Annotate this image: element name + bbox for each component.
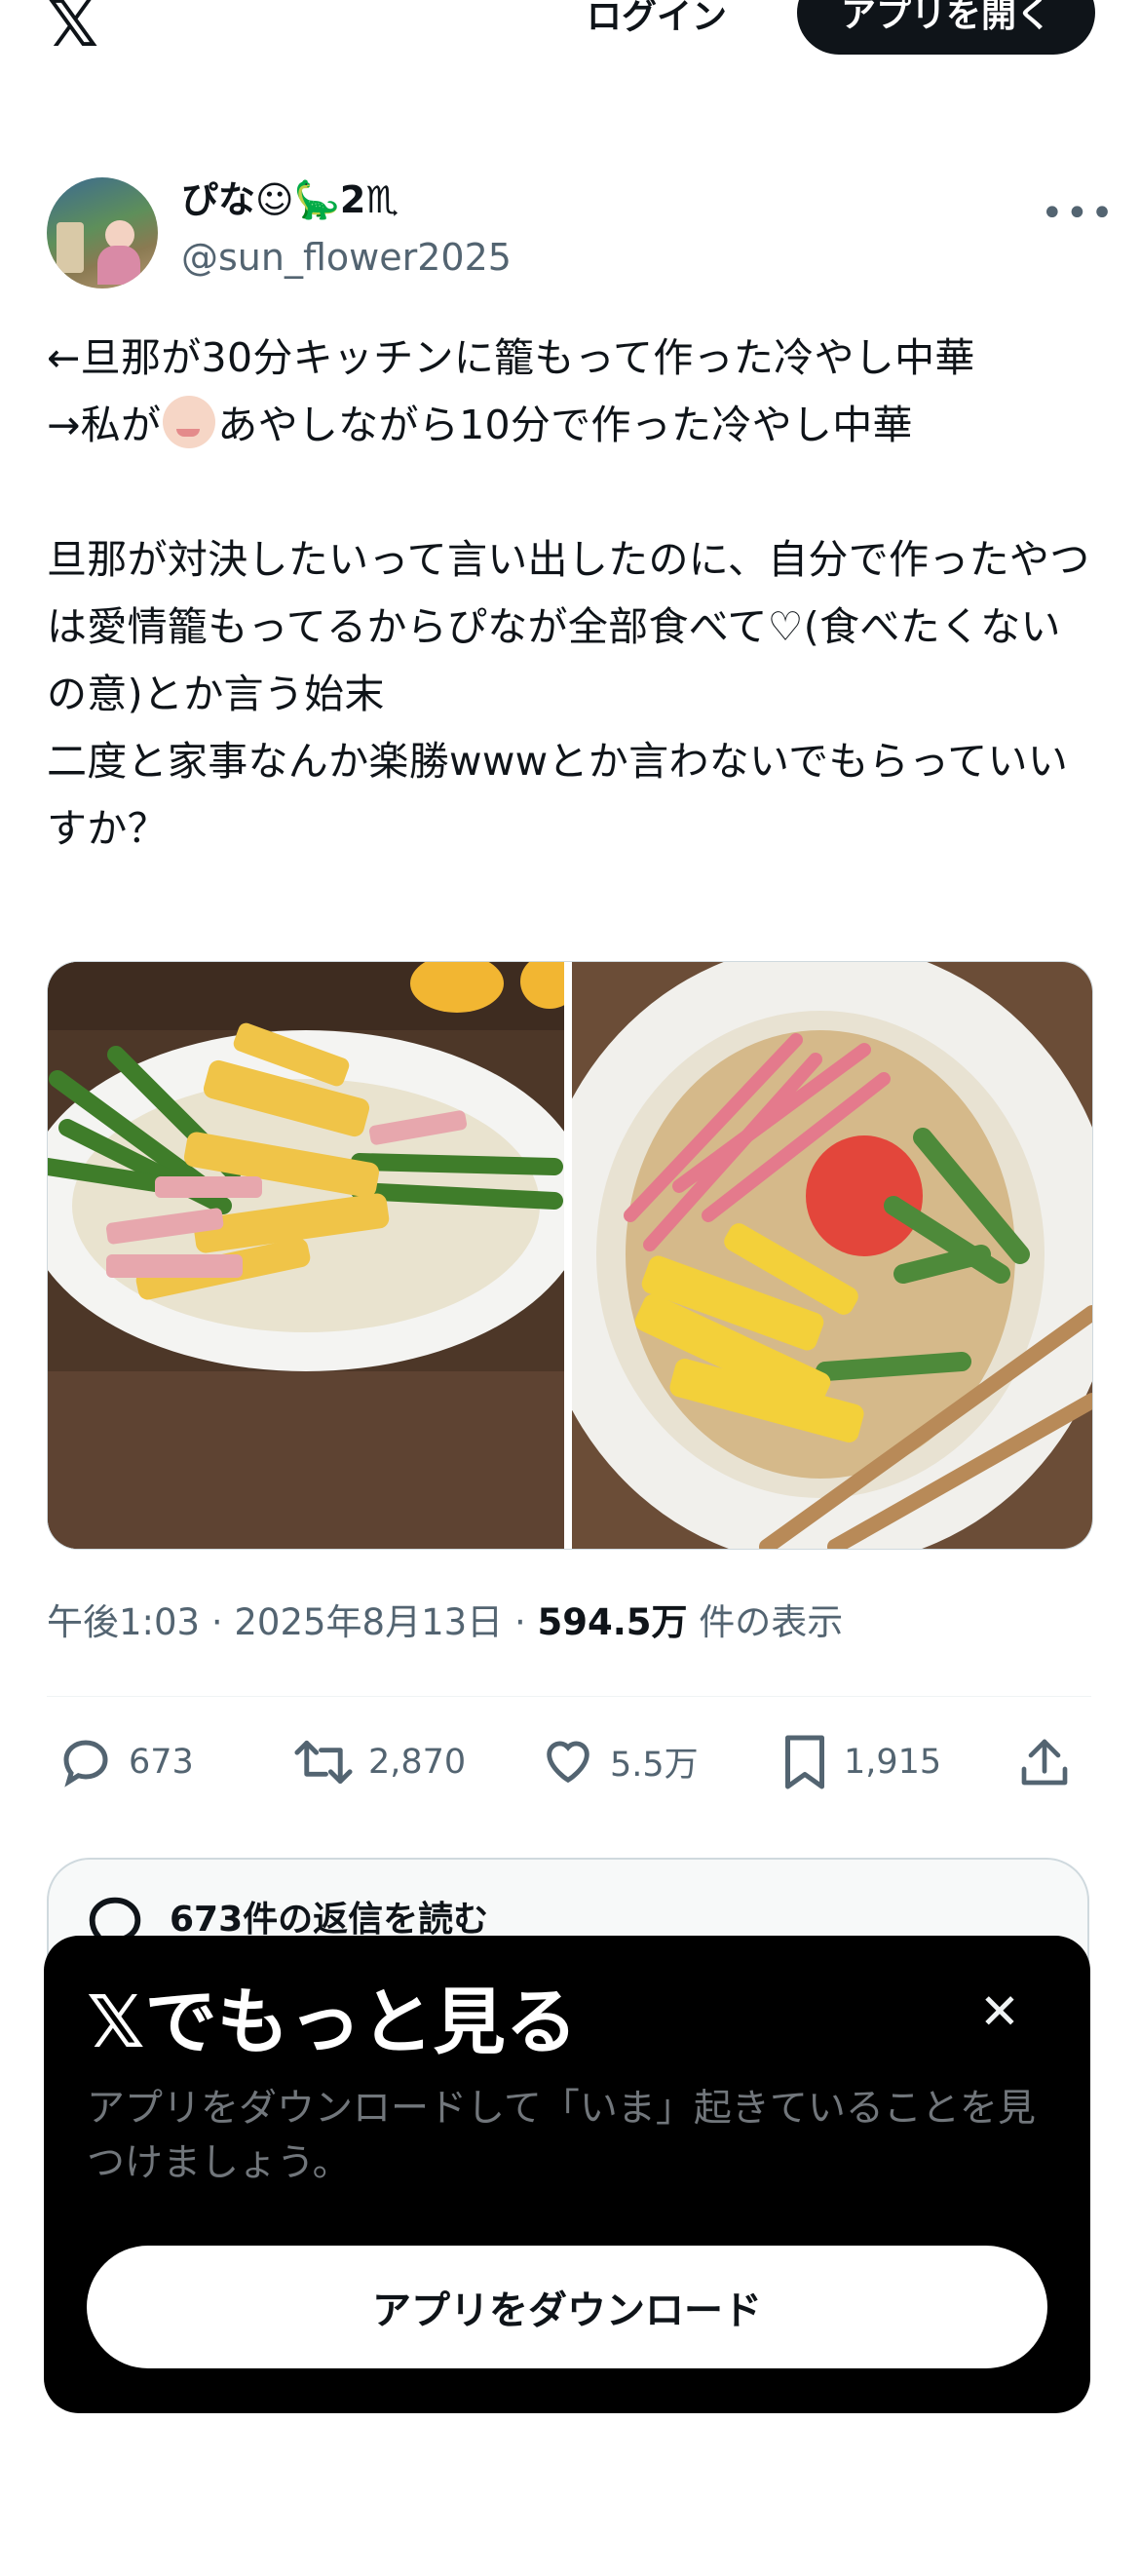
download-app-label: アプリをダウンロード <box>372 2288 762 2333</box>
download-app-button[interactable]: アプリをダウンロード <box>87 2246 1047 2368</box>
divider <box>47 1696 1091 1697</box>
meta-sep: · <box>513 1601 526 1643</box>
tweet-date[interactable]: 2025年8月13日 <box>234 1601 503 1643</box>
login-link[interactable]: ログイン <box>587 0 727 39</box>
media-gap <box>564 962 572 1549</box>
bookmark-count: 1,915 <box>844 1743 942 1782</box>
tweet-media <box>47 961 1093 1550</box>
open-app-button[interactable]: アプリを開く <box>797 0 1095 55</box>
x-logo-icon[interactable]: 𝕏 <box>47 0 98 57</box>
tweet-meta: 午後1:03 · 2025年8月13日 · 594.5万 件の表示 <box>47 1598 843 1647</box>
media-image-1[interactable] <box>48 962 589 1549</box>
open-app-label: アプリを開く <box>840 0 1051 35</box>
meta-sep: · <box>210 1601 223 1643</box>
reply-button[interactable]: 673 <box>57 1733 194 1791</box>
more-options-icon[interactable]: ••• <box>1041 191 1116 236</box>
like-count: 5.5万 <box>610 1745 699 1785</box>
read-replies-label: 673件の返信を読む <box>170 1900 489 1940</box>
share-button[interactable] <box>1017 1733 1085 1791</box>
repost-button[interactable]: 2,870 <box>292 1733 466 1791</box>
bookmark-icon <box>785 1735 824 1789</box>
reply-icon <box>63 1740 108 1788</box>
reply-count: 673 <box>129 1743 194 1782</box>
like-button[interactable]: 5.5万 <box>540 1733 699 1789</box>
action-bar: 673 2,870 5.5万 1,915 <box>0 1733 1140 1801</box>
sheet-subtitle: アプリをダウンロードして「いま」起きていることを見つけましょう。 <box>87 2087 1036 2185</box>
repost-icon <box>294 1740 353 1785</box>
display-name[interactable]: ぴな☺🦕2♏ <box>181 175 399 224</box>
tweet-text: ←旦那が30分キッチンに籠もって作った冷やし中華 →私が あやしながら10分で作っ… <box>47 325 1099 863</box>
view-count: 594.5万 <box>537 1601 688 1643</box>
user-handle[interactable]: @sun_flower2025 <box>181 234 512 281</box>
close-icon[interactable]: ✕ <box>979 1982 1020 2041</box>
baby-emoji-icon <box>163 396 216 448</box>
tweet-paragraph-2: 旦那が対決したいって言い出したのに、自分で作ったやつは愛情籠もってるからぴなが全… <box>47 536 1090 852</box>
avatar[interactable] <box>47 177 158 288</box>
heart-icon <box>547 1741 589 1784</box>
media-image-2[interactable] <box>533 962 1092 1549</box>
sheet-title: 𝕏でもっと見る <box>87 1980 578 2064</box>
tweet-line-2b: あやしながら10分で作った冷やし中華 <box>217 402 913 448</box>
bookmark-button[interactable]: 1,915 <box>779 1733 941 1791</box>
tweet-line-1: ←旦那が30分キッチンに籠もって作った冷やし中華 <box>47 334 975 381</box>
top-bar: 𝕏 ログイン アプリを開く <box>0 0 1140 68</box>
share-icon <box>1021 1739 1068 1786</box>
tweet-line-2a: →私が <box>47 402 162 448</box>
view-label: 件の表示 <box>699 1601 844 1643</box>
download-app-sheet: 𝕏でもっと見る ✕ アプリをダウンロードして「いま」起きていることを見つけましょ… <box>44 1936 1090 2413</box>
tweet-time[interactable]: 午後1:03 <box>47 1601 200 1643</box>
repost-count: 2,870 <box>368 1743 467 1782</box>
